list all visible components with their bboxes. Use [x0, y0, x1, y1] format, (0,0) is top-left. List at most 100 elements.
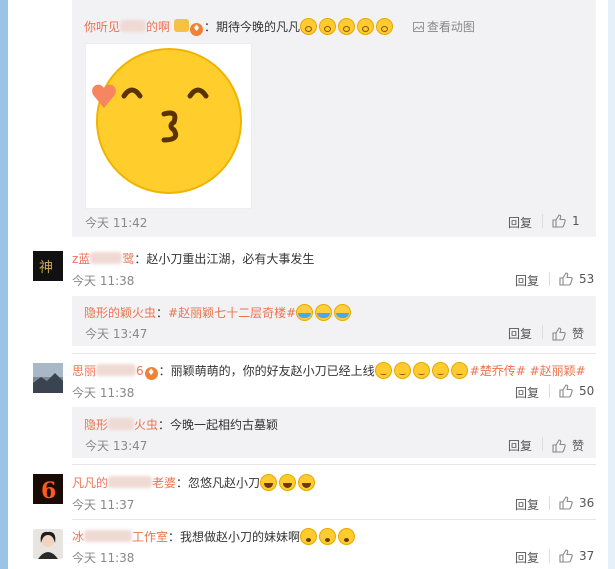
username[interactable]: 冰 — [72, 530, 84, 544]
comment-text: ：忽悠凡赵小刀 — [176, 476, 261, 490]
svg-text:神: 神 — [39, 260, 53, 276]
kiss-emoji-icon — [338, 18, 356, 35]
kiss-emoji-icon — [319, 18, 337, 35]
comment-time: 今天 11:38 — [72, 386, 135, 400]
crying-laughing-emoji-icon — [296, 304, 314, 321]
thumbs-up-icon — [559, 549, 573, 563]
like-button[interactable]: 50 — [559, 384, 594, 398]
thumbs-up-icon — [559, 272, 573, 286]
shy-emoji-icon — [450, 362, 468, 379]
thumbs-up-icon — [552, 327, 566, 341]
like-count: 53 — [579, 272, 595, 286]
scrollbar-track[interactable] — [608, 0, 615, 569]
username[interactable]: z蓝 — [72, 252, 90, 266]
gif-thumbnail[interactable] — [85, 43, 252, 209]
like-button[interactable]: 53 — [559, 272, 594, 286]
username-end[interactable]: 老婆 — [152, 476, 176, 490]
kiss-emoji-icon — [376, 18, 394, 35]
reply-button[interactable]: 回复 — [515, 496, 539, 513]
page-left-border — [0, 0, 8, 569]
like-count: 50 — [579, 384, 595, 398]
comment-text: ：赵小刀重出江湖，必有大事发生 — [134, 252, 315, 266]
blurred-username — [120, 20, 147, 32]
avatar[interactable] — [33, 529, 63, 559]
thumbs-up-icon — [559, 496, 573, 510]
shy-emoji-icon — [412, 362, 430, 379]
avatar[interactable]: 神 — [33, 251, 63, 281]
blurred-username — [108, 418, 135, 430]
blurred-username — [84, 530, 133, 542]
comment-time: 今天 11:38 — [72, 274, 135, 288]
username[interactable]: 你听见 — [84, 20, 120, 34]
username-end[interactable]: 的啊 — [146, 20, 170, 34]
comment-line: 凡凡的 老婆：忽悠凡赵小刀 — [72, 474, 317, 491]
surprised-emoji-icon — [338, 528, 356, 545]
reply-line: 隐形的颖火虫：#赵丽颖七十二层奇楼# — [84, 304, 353, 321]
comment-text: ：丽颖萌萌的，你的好友赵小刀已经上线 — [158, 364, 375, 378]
like-button[interactable]: 37 — [559, 549, 594, 563]
reply-button[interactable]: 回复 — [508, 214, 532, 231]
thumbs-up-icon — [559, 384, 573, 398]
comment-line: z蓝 鹭：赵小刀重出江湖，必有大事发生 — [72, 250, 314, 267]
reply-line: 隐形 火虫：今晚一起相约古墓颖 — [84, 416, 278, 433]
surprised-emoji-icon — [300, 528, 318, 545]
like-button[interactable]: 赞 — [552, 325, 584, 342]
avatar[interactable]: 6 — [33, 474, 63, 504]
avatar-image-icon — [38, 531, 58, 559]
divider — [542, 325, 543, 339]
topic-tag[interactable]: #赵丽颖七十二层奇楼# — [168, 306, 296, 320]
reply-button[interactable]: 回复 — [508, 437, 532, 454]
member-badge-icon — [174, 19, 190, 32]
avatar-image-icon — [33, 363, 63, 393]
like-button[interactable]: 1 — [552, 214, 580, 228]
reply-button[interactable]: 回复 — [515, 549, 539, 566]
grinning-emoji-icon — [260, 474, 278, 491]
shy-emoji-icon — [393, 362, 411, 379]
divider — [549, 384, 550, 398]
reply-username-end[interactable]: 火虫 — [134, 418, 158, 432]
kiss-emoji-image-icon — [92, 48, 242, 194]
thumbs-up-icon — [552, 214, 566, 228]
topic-tag[interactable]: #楚乔传# — [470, 364, 526, 378]
username-end[interactable]: 工作室 — [132, 530, 168, 544]
divider — [549, 272, 550, 286]
comment-separator — [72, 353, 596, 354]
comment-text: ：期待今晚的凡凡 — [204, 20, 301, 34]
kiss-emoji-icon — [357, 18, 375, 35]
comment-text: ：我想做赵小刀的妹妹啊 — [168, 530, 301, 544]
reply-username[interactable]: 隐形 — [84, 418, 108, 432]
like-button[interactable]: 赞 — [552, 437, 584, 454]
crying-laughing-emoji-icon — [315, 304, 333, 321]
vip-badge-icon: ♦ — [190, 23, 204, 36]
surprised-emoji-icon — [319, 528, 337, 545]
username[interactable]: 凡凡的 — [72, 476, 108, 490]
comment-separator — [72, 464, 596, 465]
divider — [542, 437, 543, 451]
reply-button[interactable]: 回复 — [515, 272, 539, 289]
like-button[interactable]: 36 — [559, 496, 594, 510]
reply-button[interactable]: 回复 — [508, 325, 532, 342]
like-label: 赞 — [572, 439, 585, 453]
crying-laughing-emoji-icon — [334, 304, 352, 321]
comment-line: 冰 工作室：我想做赵小刀的妹妹啊 — [72, 528, 357, 545]
topic-tag[interactable]: #赵丽颖# — [530, 364, 586, 378]
comment-time: 今天 11:38 — [72, 551, 135, 565]
shy-emoji-icon — [431, 362, 449, 379]
username-end[interactable]: 6 — [136, 364, 144, 378]
username[interactable]: 思丽 — [72, 364, 96, 378]
comment-line: 你听见 的啊 ♦ ：期待今晚的凡凡 查看动图 — [84, 18, 475, 36]
reply-button[interactable]: 回复 — [515, 384, 539, 401]
svg-text:6: 6 — [41, 478, 56, 504]
comment-time: 今天 11:42 — [85, 216, 148, 230]
divider — [542, 214, 543, 228]
username-end[interactable]: 鹭 — [122, 252, 134, 266]
blurred-username — [90, 252, 123, 264]
picture-icon — [412, 22, 424, 32]
reply-time: 今天 13:47 — [85, 327, 148, 341]
kiss-emoji-icon — [300, 18, 318, 35]
comment-separator — [72, 519, 596, 520]
view-gif-link[interactable]: 查看动图 — [412, 20, 475, 34]
blurred-username — [96, 364, 137, 376]
avatar[interactable] — [33, 363, 63, 393]
reply-username[interactable]: 隐形的颖火虫 — [84, 306, 156, 320]
